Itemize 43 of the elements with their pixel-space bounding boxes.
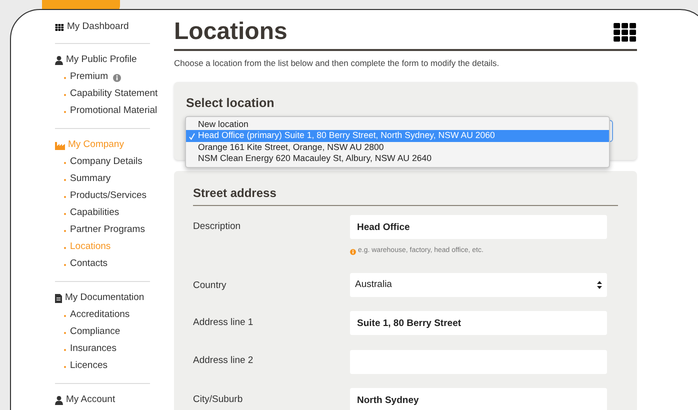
sidebar-item[interactable]: Capabilities [70, 206, 120, 221]
person-icon [55, 56, 63, 65]
sidebar-section-link[interactable]: My Account [66, 393, 116, 408]
field-label: City/Suburb [193, 392, 244, 407]
sidebar-item[interactable]: Contacts [70, 257, 108, 272]
grid-icon [55, 24, 64, 30]
section-heading: Street address [193, 184, 618, 206]
sidebar-item[interactable]: Products/Services [70, 189, 147, 204]
intro-text: Choose a location from the list below and then complete the form to modify the details. [174, 57, 500, 70]
dropdown-option[interactable]: New location [186, 118, 609, 130]
sidebar-item[interactable]: Licences [70, 359, 108, 374]
field-label: Description [193, 220, 242, 234]
field-label: Address line 2 [193, 354, 254, 368]
dropdown-option[interactable]: NSM Clean Energy 620 Macauley St, Albury, NSW AU 2640 [186, 153, 609, 165]
sidebar-item[interactable]: Accreditations [70, 308, 130, 323]
factory-icon [55, 142, 65, 150]
apps-grid-icon [613, 23, 637, 42]
dashboard-link[interactable]: My Dashboard [67, 20, 129, 34]
sidebar-item[interactable]: Insurances [70, 342, 116, 357]
sidebar-item[interactable]: Premium [70, 70, 108, 85]
field-label: Country [193, 278, 228, 293]
sidebar-item[interactable]: Company Details [70, 155, 142, 170]
text-input[interactable]: Head Office [350, 215, 607, 240]
text-input[interactable]: Suite 1, 80 Berry Street [350, 311, 607, 336]
sidebar-section-link[interactable]: My Public Profile [66, 53, 137, 68]
field-label: Address line 1 [193, 316, 254, 330]
sidebar-section-link[interactable]: My Documentation [65, 291, 144, 306]
sidebar-item[interactable]: Partner Programs [70, 223, 145, 238]
page-title: Locations [174, 18, 288, 46]
dropdown-option[interactable]: Orange 161 Kite Street, Orange, NSW AU 2800 [186, 142, 609, 154]
sidebar-item[interactable]: Capability Statement [70, 87, 158, 102]
info-icon [113, 74, 122, 82]
person-icon [55, 396, 63, 405]
updown-icon [597, 280, 602, 289]
document-icon [55, 294, 62, 303]
check-icon [189, 132, 195, 140]
country-select[interactable]: Australia [350, 272, 607, 297]
sidebar-item[interactable]: Summary [70, 172, 111, 187]
text-input[interactable]: North Sydney [350, 388, 607, 410]
info-icon [350, 248, 356, 254]
sidebar-item[interactable]: Compliance [70, 325, 120, 340]
sidebar-item[interactable]: Promotional Material [70, 104, 158, 119]
section-heading: Select location [186, 94, 276, 112]
